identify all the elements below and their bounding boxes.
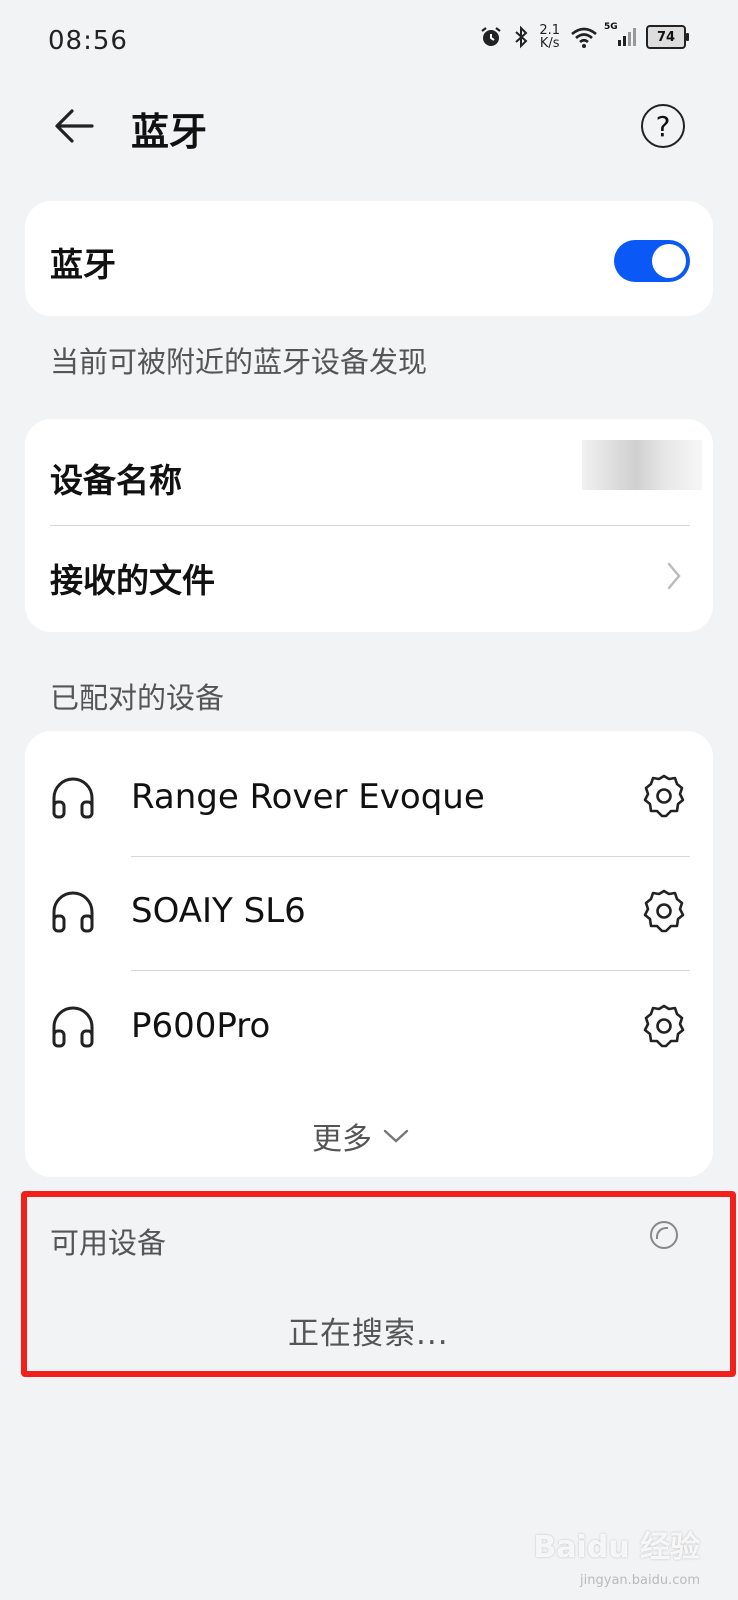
status-icons: 2.1 K/s 5G 74 [479, 22, 689, 51]
loading-spinner-icon [650, 1221, 678, 1249]
network-type: 5G [604, 22, 618, 32]
more-button[interactable]: 更多 [312, 1114, 410, 1158]
divider [131, 856, 690, 857]
bluetooth-toggle[interactable] [614, 240, 690, 282]
received-files-label[interactable]: 接收的文件 [50, 554, 215, 602]
battery-level: 74 [656, 29, 676, 45]
device-name-label[interactable]: 设备名称 [50, 454, 182, 502]
more-label: 更多 [312, 1122, 372, 1157]
network-speed: 2.1 K/s [539, 23, 560, 51]
signal-bar [628, 32, 631, 46]
signal-indicator: 5G [604, 22, 636, 46]
wifi-icon [571, 27, 597, 48]
signal-bar [623, 36, 626, 46]
help-button[interactable]: ? [641, 104, 685, 148]
chevron-right-icon [667, 562, 681, 590]
watermark-url: jingyan.baidu.com [580, 1573, 700, 1588]
paired-device-name[interactable]: P600Pro [131, 1006, 270, 1046]
available-devices-title: 可用设备 [50, 1226, 167, 1260]
gear-icon[interactable] [641, 1003, 687, 1049]
bluetooth-label: 蓝牙 [50, 245, 116, 284]
divider [50, 525, 690, 526]
help-icon: ? [655, 109, 671, 143]
chevron-down-icon [383, 1129, 409, 1143]
divider [131, 970, 690, 971]
paired-device-name[interactable]: Range Rover Evoque [131, 777, 485, 817]
toggle-knob [652, 244, 686, 278]
headphones-icon [52, 891, 94, 933]
back-arrow-icon[interactable] [50, 102, 98, 150]
paired-devices-title: 已配对的设备 [50, 681, 225, 715]
gear-icon[interactable] [641, 773, 687, 819]
watermark-logo: Baidu 经验 [533, 1530, 700, 1565]
paired-device-name[interactable]: SOAIY SL6 [131, 891, 306, 931]
battery-indicator: 74 [646, 25, 689, 49]
headphones-icon [52, 1006, 94, 1048]
page-title: 蓝牙 [131, 110, 208, 154]
bluetooth-status-icon [515, 25, 528, 49]
bluetooth-toggle-card [25, 201, 713, 316]
signal-bar [618, 40, 621, 46]
headphones-icon [52, 777, 94, 819]
status-time: 08:56 [48, 26, 128, 56]
alarm-icon [481, 27, 501, 46]
searching-status: 正在搜索... [288, 1316, 449, 1352]
visibility-note: 当前可被附近的蓝牙设备发现 [50, 345, 428, 379]
device-name-value-blurred [582, 440, 702, 490]
signal-bar [633, 28, 636, 46]
gear-icon[interactable] [641, 888, 687, 934]
